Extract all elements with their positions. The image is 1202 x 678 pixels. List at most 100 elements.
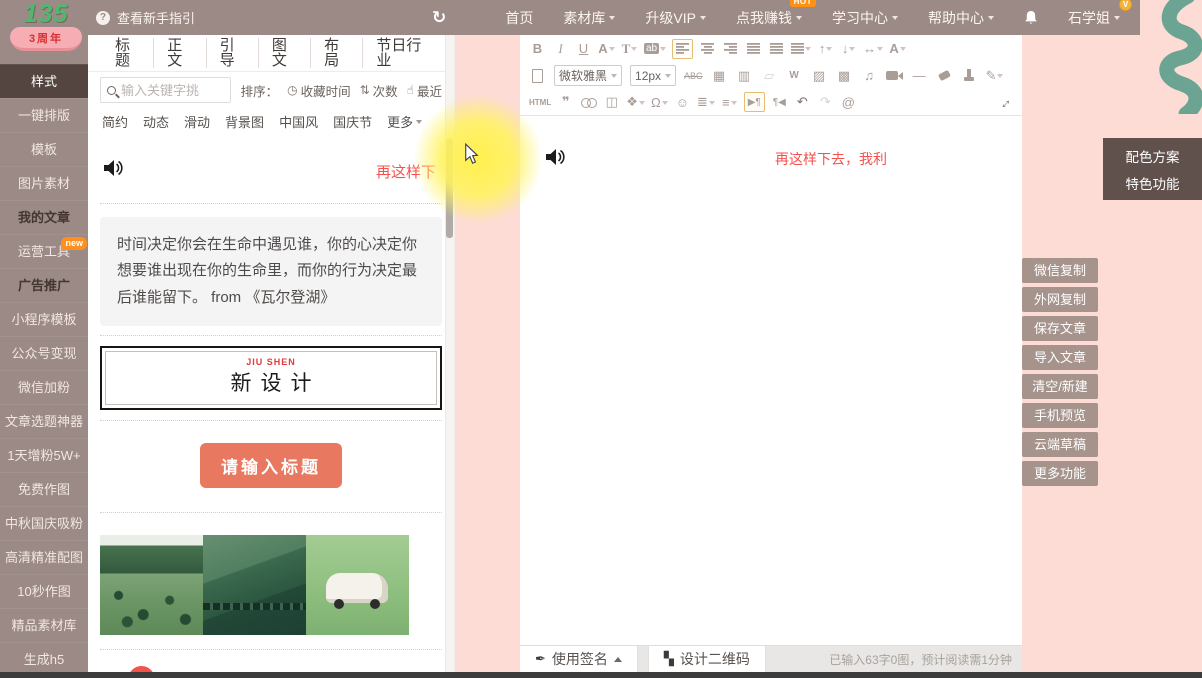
highlight-icon[interactable]: ab <box>644 39 666 59</box>
sidebar-item-one-click-layout[interactable]: 一键排版 <box>0 98 88 132</box>
notification-bell-icon[interactable] <box>1024 10 1038 26</box>
magic-pen-icon[interactable]: ✎ <box>986 66 1004 86</box>
enter-title-button[interactable]: 请输入标题 <box>200 443 342 488</box>
sidebar-item-image-material[interactable]: 图片素材 <box>0 166 88 200</box>
mobile-preview-button[interactable]: 手机预览 <box>1022 403 1098 428</box>
text-direction-icon[interactable]: A <box>889 39 906 59</box>
panel-scrollbar[interactable] <box>445 35 454 672</box>
save-article-button[interactable]: 保存文章 <box>1022 316 1098 341</box>
undo-icon[interactable]: ↶ <box>794 92 811 112</box>
text-card-icon[interactable]: ◫ <box>603 92 620 112</box>
align-justify-icon[interactable] <box>745 39 762 59</box>
sidebar-item-hd-images[interactable]: 高清精准配图 <box>0 540 88 574</box>
tab-body[interactable]: 正文 <box>154 38 206 68</box>
link-icon[interactable] <box>580 92 597 112</box>
new-document-icon[interactable] <box>529 66 546 86</box>
strikethrough-icon[interactable]: ABC <box>684 66 703 86</box>
horizontal-rule-icon[interactable]: — <box>911 66 928 86</box>
special-features-link[interactable]: 特色功能 <box>1103 173 1202 193</box>
italic-icon[interactable]: I <box>552 39 569 59</box>
style-card-audio[interactable]: 再这样下 <box>88 141 454 203</box>
sidebar-item-styles[interactable]: 样式 <box>0 64 88 98</box>
line-height-icon[interactable]: ↓ <box>840 39 857 59</box>
image-icon[interactable]: ▨ <box>811 66 828 86</box>
clear-new-button[interactable]: 清空/新建 <box>1022 374 1098 399</box>
font-size-select[interactable]: 12px <box>630 65 676 86</box>
gallery-icon[interactable]: ▩ <box>836 66 853 86</box>
blockquote-icon[interactable]: ❞ <box>557 92 574 112</box>
tag-dynamic[interactable]: 动态 <box>143 112 169 131</box>
indent-icon[interactable] <box>768 39 785 59</box>
align-right-icon[interactable] <box>722 39 739 59</box>
sidebar-item-premium-library[interactable]: 精品素材库 <box>0 608 88 642</box>
sidebar-item-my-articles[interactable]: 我的文章 <box>0 200 88 234</box>
sidebar-item-free-design[interactable]: 免费作图 <box>0 472 88 506</box>
align-center-icon[interactable] <box>699 39 716 59</box>
search-input[interactable] <box>121 83 224 98</box>
design-qrcode-tab[interactable]: ▚ 设计二维码 <box>648 646 766 672</box>
speaker-icon[interactable] <box>544 146 566 168</box>
sidebar-item-ad-promotion[interactable]: 广告推广 <box>0 268 88 302</box>
font-color-icon[interactable]: A <box>598 39 615 59</box>
use-signature-tab[interactable]: ✒ 使用签名 <box>520 646 638 672</box>
style-card-design-box[interactable]: JIU SHEN 新设计 <box>100 346 442 410</box>
style-card-images[interactable] <box>100 535 442 635</box>
sidebar-item-festival-fans[interactable]: 中秋国庆吸粉 <box>0 506 88 540</box>
sidebar-item-operation-tools[interactable]: 运营工具new <box>0 234 88 268</box>
sort-by-favorite-time[interactable]: ◷收藏时间 <box>287 81 351 100</box>
fullscreen-icon[interactable]: ↔ <box>996 92 1013 112</box>
word-import-icon[interactable]: W <box>786 66 803 86</box>
import-article-button[interactable]: 导入文章 <box>1022 345 1098 370</box>
nav-material-library[interactable]: 素材库 <box>563 8 615 28</box>
sidebar-item-gain-fans[interactable]: 1天增粉5W+ <box>0 438 88 472</box>
editor-content[interactable]: 再这样下去，我利 <box>520 116 1022 645</box>
scrollbar-thumb[interactable] <box>446 138 453 238</box>
ltr-paragraph-icon[interactable]: ▶¶ <box>744 92 765 112</box>
user-menu[interactable]: 石学姐V <box>1068 8 1120 28</box>
wechat-copy-button[interactable]: 微信复制 <box>1022 258 1098 283</box>
tab-layout[interactable]: 布局 <box>311 38 363 68</box>
text-style-icon[interactable]: T <box>621 39 638 59</box>
tag-national-day[interactable]: 国庆节 <box>333 112 372 131</box>
color-scheme-link[interactable]: 配色方案 <box>1103 146 1202 166</box>
sidebar-item-account-monetize[interactable]: 公众号变现 <box>0 336 88 370</box>
tab-title[interactable]: 标题 <box>102 38 154 68</box>
nav-upgrade-vip[interactable]: 升级VIP <box>645 8 706 28</box>
align-left-icon[interactable] <box>672 39 693 59</box>
unordered-list-icon[interactable]: ≡ <box>721 92 738 112</box>
special-char-icon[interactable]: Ω <box>651 92 668 112</box>
outdent-icon[interactable] <box>791 39 811 59</box>
style-card-quote[interactable]: 时间决定你会在生命中遇见谁，你的心决定你想要谁出现在你的生命里，而你的行为决定最… <box>100 217 442 326</box>
sidebar-item-templates[interactable]: 模板 <box>0 132 88 166</box>
video-icon[interactable] <box>886 66 903 86</box>
bold-icon[interactable]: B <box>529 39 546 59</box>
emoji-icon[interactable]: ☺ <box>674 92 691 112</box>
eraser-icon[interactable] <box>936 66 953 86</box>
tag-background[interactable]: 背景图 <box>225 112 264 131</box>
tag-simple[interactable]: 简约 <box>102 112 128 131</box>
tab-image-text[interactable]: 图文 <box>259 38 311 68</box>
refresh-icon[interactable]: ↻ <box>432 0 446 35</box>
sort-by-recent[interactable]: ☝最近 <box>407 81 442 100</box>
tag-more[interactable]: 更多 <box>387 112 422 131</box>
nav-home[interactable]: 首页 <box>505 8 533 28</box>
underline-icon[interactable]: U <box>575 39 592 59</box>
more-features-button[interactable]: 更多功能 <box>1022 461 1098 486</box>
nav-help-center[interactable]: 帮助中心 <box>928 8 994 28</box>
nav-earn-money[interactable]: 点我赚钱HOT <box>736 8 802 28</box>
sidebar-item-generate-h5[interactable]: 生成h5 <box>0 642 88 676</box>
nav-learning-center[interactable]: 学习中心 <box>832 8 898 28</box>
site-logo[interactable]: 135 3周年 <box>6 1 86 61</box>
mention-icon[interactable]: @ <box>840 92 857 112</box>
tab-guide[interactable]: 引导 <box>207 38 259 68</box>
music-icon[interactable]: ♫ <box>861 66 878 86</box>
rtl-paragraph-icon[interactable]: ¶◀ <box>771 92 788 112</box>
tag-chinese-style[interactable]: 中国风 <box>279 112 318 131</box>
clean-format-icon[interactable] <box>961 66 978 86</box>
sidebar-item-topic-tool[interactable]: 文章选题神器 <box>0 404 88 438</box>
tag-slide[interactable]: 滑动 <box>184 112 210 131</box>
image-table-icon[interactable]: ▥ <box>736 66 753 86</box>
letter-spacing-icon[interactable]: ↔ <box>863 39 883 59</box>
sidebar-item-miniprogram-template[interactable]: 小程序模板 <box>0 302 88 336</box>
table-icon[interactable]: ▦ <box>711 66 728 86</box>
